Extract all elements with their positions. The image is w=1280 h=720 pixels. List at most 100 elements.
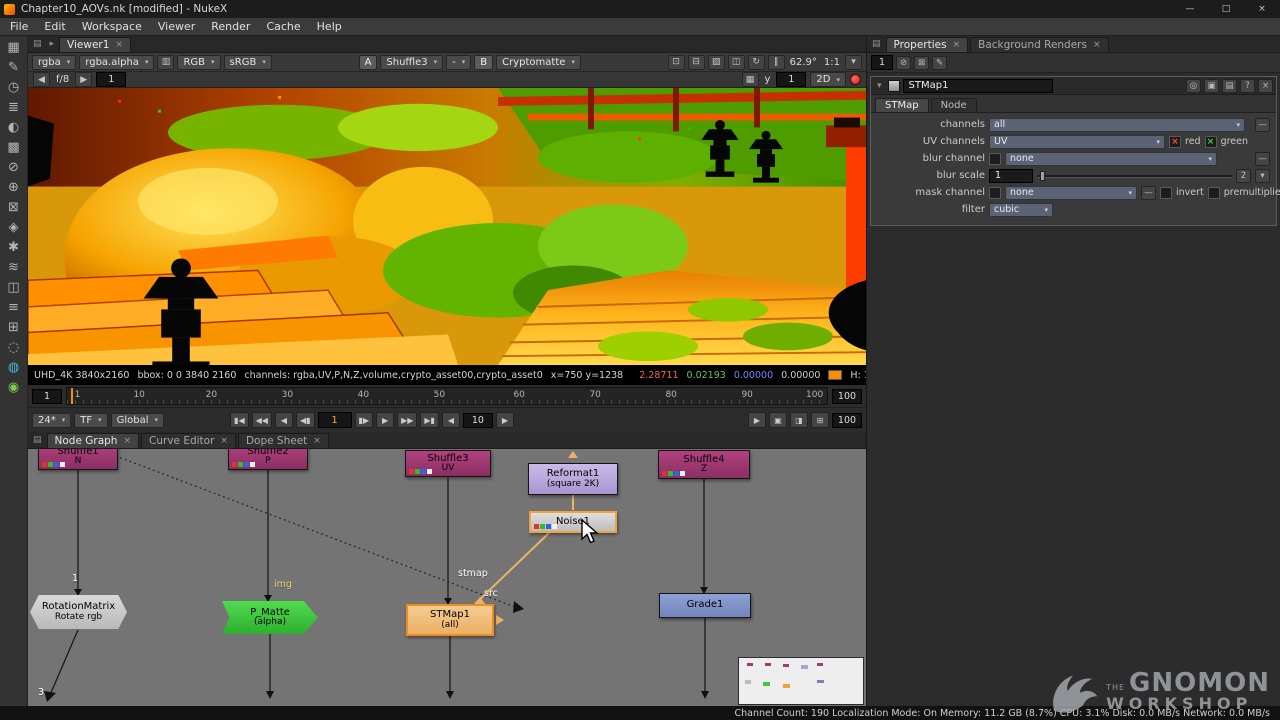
play-back-button[interactable]: ◀ [275,412,293,428]
blur-scale-field[interactable]: 1 [989,169,1033,183]
mask-channel-dropdown[interactable]: none▾ [1005,186,1137,200]
close-button[interactable]: × [1244,0,1280,18]
node-p-matte[interactable]: P_Matte (alpha) [222,601,318,634]
playhead[interactable] [71,388,73,404]
input-b-chip[interactable]: B [474,55,493,70]
node-name-field[interactable]: STMap1 [903,79,1053,93]
menu-render[interactable]: Render [203,20,258,33]
invert-checkbox[interactable] [1160,187,1172,199]
close-panel-icon[interactable]: × [1258,79,1273,93]
lock-panels-icon[interactable]: ⊘ [896,56,911,70]
premultiplied-checkbox[interactable] [1208,187,1220,199]
menu-file[interactable]: File [2,20,36,33]
particles-icon[interactable]: ✱ [1,237,27,257]
green-checkbox[interactable]: × [1205,136,1217,148]
pixel-aspect[interactable]: 1:1 [822,57,842,68]
filter-dropdown[interactable]: cubic▾ [989,203,1053,217]
blur-channel-checkbox[interactable] [989,153,1001,165]
play-forward-button[interactable]: ▶ [376,412,394,428]
layer-dropdown[interactable]: rgba▾ [32,55,76,70]
keyer-icon[interactable]: ⊘ [1,157,27,177]
red-checkbox[interactable]: × [1169,136,1181,148]
goto-start-button[interactable]: ▮◀ [230,412,249,428]
flow-icon[interactable]: ◍ [1,357,27,377]
pause-icon[interactable]: ‖ [768,55,785,70]
node-stmap1[interactable]: STMap1 (all) [406,604,494,636]
wipe-icon[interactable]: ⊟ [688,55,705,70]
node-rotationmatrix[interactable]: RotationMatrix Rotate rgb [30,595,127,629]
collapse-caret-icon[interactable]: ▾ [877,81,882,91]
center-node-icon[interactable]: ◎ [1186,79,1201,93]
draw-icon[interactable]: ✎ [1,57,27,77]
animation-menu-button[interactable]: ▾ [1255,169,1270,183]
tab-node-graph[interactable]: Node Graph × [47,433,140,448]
deep-icon[interactable]: ≋ [1,257,27,277]
node-graph-canvas[interactable]: Shuffle1 N Shuffle2 P Shuffle3 UV Reform… [28,449,866,706]
zoom-level[interactable]: 62.9° [788,57,819,68]
node-shuffle2[interactable]: Shuffle2 P [228,449,308,470]
tab-close-icon[interactable]: × [123,436,131,446]
menu-viewer[interactable]: Viewer [150,20,203,33]
uv-channels-dropdown[interactable]: UV▾ [989,135,1165,149]
node-color-swatch[interactable] [888,80,900,92]
max-panels-field[interactable]: 1 [871,55,893,70]
refresh-icon[interactable]: ↻ [748,55,765,70]
image-icon[interactable]: ▦ [1,37,27,57]
gamma-field[interactable]: 1 [776,72,806,87]
pane-menu-icon[interactable]: ▤ [33,39,42,49]
help-icon[interactable]: ? [1240,79,1255,93]
tab-close-icon[interactable]: × [313,436,321,446]
viewer-menu-caret-icon[interactable]: ▾ [845,55,862,70]
mask-checkbox[interactable] [989,187,1001,199]
metadata-icon[interactable]: ≡ [1,297,27,317]
timeline-ruler[interactable]: 1 10 20 30 40 50 60 70 80 90 100 [66,387,828,405]
node-shuffle4[interactable]: Shuffle4 Z [658,450,750,479]
float-panel-icon[interactable]: ▣ [1204,79,1219,93]
node-grade1[interactable]: Grade1 [659,593,751,618]
pane-menu-icon[interactable]: ▤ [872,39,881,49]
channel-icon[interactable]: ≣ [1,97,27,117]
node-shuffle3[interactable]: Shuffle3 UV [405,450,491,477]
tile-view-icon[interactable]: ⊡ [668,55,685,70]
pane-split-icon[interactable]: ▸ [50,39,55,49]
channels-view-icon[interactable]: ▥ [157,55,174,70]
goto-end-button[interactable]: ▶▮ [420,412,439,428]
tab-close-icon[interactable]: × [953,40,961,50]
display-channel-dropdown[interactable]: RGB▾ [177,55,220,70]
transform-icon[interactable]: ⊠ [1,197,27,217]
fps-dropdown[interactable]: 24*▾ [32,413,71,428]
range-mode-dropdown[interactable]: Global▾ [111,413,164,428]
menu-workspace[interactable]: Workspace [74,20,150,33]
pane-menu-icon[interactable]: ▤ [33,435,42,445]
step-back-button[interactable]: ◀▮ [296,412,315,428]
gain-next-icon[interactable]: ▶ [75,72,92,87]
play-back-fast-button[interactable]: ◀◀ [252,412,272,428]
input-a-dropdown[interactable]: Shuffle3▾ [380,55,443,70]
filter-icon[interactable]: ▩ [1,137,27,157]
lock-range-icon[interactable]: ⊞ [811,412,829,428]
node-graph-minimap[interactable] [738,657,864,705]
maximize-button[interactable]: □ [1208,0,1244,18]
colorspace-dropdown[interactable]: sRGB▾ [224,55,272,70]
tab-close-icon[interactable]: × [115,40,123,50]
views-icon[interactable]: ◫ [1,277,27,297]
edit-icon[interactable]: ✎ [932,56,947,70]
tab-dope-sheet[interactable]: Dope Sheet × [238,433,329,448]
current-frame-field[interactable]: 1 [318,412,352,428]
gain-prev-icon[interactable]: ◀ [33,72,50,87]
fstop-label[interactable]: f/8 [54,74,71,85]
minimize-button[interactable]: — [1172,0,1208,18]
blur-channel-dropdown[interactable]: none▾ [1005,152,1217,166]
color-icon[interactable]: ◐ [1,117,27,137]
manage-panel-icon[interactable]: ▤ [1222,79,1237,93]
gizmo-icon[interactable]: ◉ [1,377,27,397]
tab-properties[interactable]: Properties × [886,37,969,52]
mask-link-button[interactable]: — [1141,186,1156,200]
range-end-field[interactable]: 100 [832,389,862,404]
step-up-button[interactable]: ▶ [496,412,514,428]
tab-background-renders[interactable]: Background Renders × [970,37,1108,52]
clear-panels-icon[interactable]: ⊠ [914,56,929,70]
view-mode-dropdown[interactable]: 2D▾ [810,72,846,87]
tab-viewer1[interactable]: Viewer1 × [59,37,131,52]
tab-stmap[interactable]: STMap [875,98,929,112]
